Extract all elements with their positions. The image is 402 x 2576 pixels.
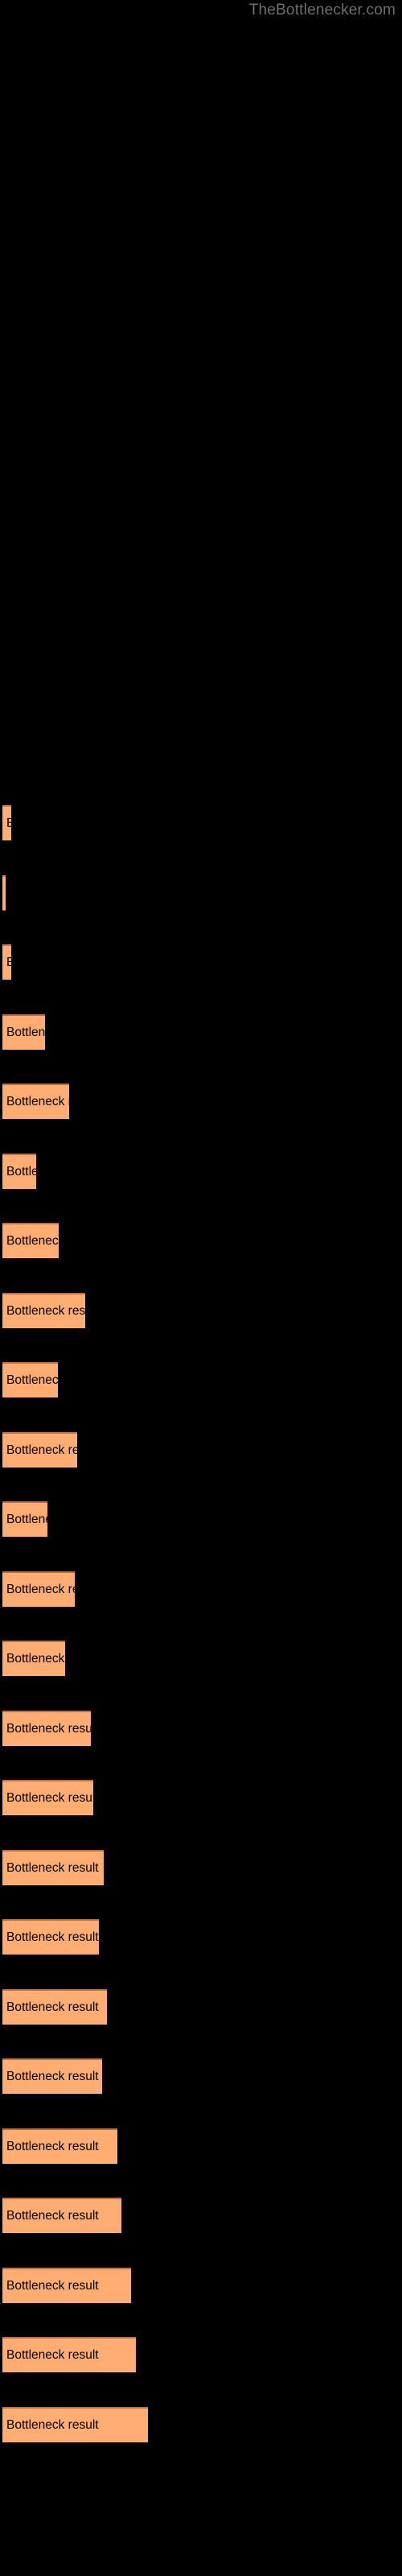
chart-bar[interactable]: Bottleneck result — [2, 1501, 47, 1537]
bar-value-label: Bottleneck result — [6, 2209, 99, 2223]
chart-bar[interactable]: Bottleneck result — [2, 2406, 148, 2442]
bar-value-label: Bottleneck result — [6, 1443, 77, 1457]
chart-bar[interactable]: Bottleneck result — [2, 1780, 93, 1815]
bar-row: Bottleneck result — [0, 1501, 402, 1537]
bottleneck-bar-chart: Bottleneck result Bottleneck result Bottle… — [0, 0, 402, 2576]
chart-bar[interactable]: Bottleneck result — [2, 805, 11, 840]
bar-row: Bottleneck result — [0, 1223, 402, 1258]
bar-value-label: Bottleneck result — [6, 1721, 91, 1736]
chart-bar[interactable]: Bottleneck result — [2, 1849, 104, 1885]
bar-row: Bottleneck result — [0, 2337, 402, 2372]
bar-row: Bottleneck result — [0, 1013, 402, 1050]
bar-row: Bottleneck result — [0, 2198, 402, 2233]
chart-bar[interactable]: Bottleneck result — [2, 1013, 45, 1050]
bar-value-label: Bottleneck result — [6, 1234, 59, 1248]
bar-value-label: Bottleneck result — [6, 2278, 99, 2293]
bar-value-label: Bottleneck result — [6, 2070, 99, 2083]
bar-value-label: Bottleneck result — [6, 2139, 99, 2153]
bar-value-label: Bottleneck result — [6, 2348, 99, 2362]
bar-row: Bottleneck result — [0, 874, 402, 910]
bar-value-label: Bottleneck result — [6, 1373, 58, 1387]
chart-bar[interactable]: Bottleneck result — [2, 1919, 99, 1955]
bar-value-label: Bottleneck result — [6, 1303, 85, 1318]
bar-row: Bottleneck result — [0, 1780, 402, 1815]
bar-value-label: Bottleneck result — [6, 2417, 99, 2432]
bar-value-label: Bottleneck result — [6, 1095, 69, 1108]
bar-row: Bottleneck result — [0, 1362, 402, 1397]
bar-value-label: Bottleneck result — [6, 1582, 75, 1596]
bar-row: Bottleneck result — [0, 1292, 402, 1328]
bar-row: Bottleneck result — [0, 944, 402, 980]
bar-value-label: Bottleneck result — [6, 2000, 99, 2014]
bar-row: Bottleneck result — [0, 1919, 402, 1955]
chart-bar[interactable]: Bottleneck result — [2, 2128, 117, 2164]
chart-bar[interactable]: Bottleneck result — [2, 1571, 75, 1607]
bar-value-label: Bottleneck result — [6, 956, 11, 970]
bar-row: Bottleneck result — [0, 1571, 402, 1607]
bar-row: Bottleneck result — [0, 805, 402, 840]
bar-row: Bottleneck result — [0, 1641, 402, 1676]
chart-bar[interactable]: Bottleneck result — [2, 1153, 36, 1189]
chart-bar[interactable]: Bottleneck result — [2, 1641, 65, 1676]
chart-bar[interactable]: Bottleneck result — [2, 2337, 136, 2372]
bar-value-label: Bottleneck result — [6, 1930, 99, 1944]
bar-row: Bottleneck result — [0, 2128, 402, 2164]
chart-bar[interactable]: Bottleneck result — [2, 1292, 85, 1328]
bar-row: Bottleneck result — [0, 1153, 402, 1189]
chart-bar[interactable]: Bottleneck result — [2, 2267, 131, 2303]
bar-value-label: Bottleneck result — [6, 816, 11, 831]
chart-bar[interactable]: Bottleneck result — [2, 874, 6, 910]
chart-bar[interactable]: Bottleneck result — [2, 2198, 121, 2233]
bar-row: Bottleneck result — [0, 1849, 402, 1885]
bar-value-label: Bottleneck result — [6, 1652, 65, 1666]
bar-row: Bottleneck result — [0, 2267, 402, 2303]
bar-value-label: Bottleneck result — [6, 1513, 47, 1526]
chart-bar[interactable]: Bottleneck result — [2, 1223, 59, 1258]
bar-row: Bottleneck result — [0, 1431, 402, 1468]
bar-row: Bottleneck result — [0, 2406, 402, 2442]
bar-row: Bottleneck result — [0, 2058, 402, 2094]
chart-bar[interactable]: Bottleneck result — [2, 1362, 58, 1397]
chart-bar[interactable]: Bottleneck result — [2, 944, 11, 980]
bar-row: Bottleneck result — [0, 1710, 402, 1746]
chart-bar[interactable]: Bottleneck result — [2, 2058, 102, 2094]
chart-bar[interactable]: Bottleneck result — [2, 1710, 91, 1746]
bar-row: Bottleneck result — [0, 1988, 402, 2025]
chart-bar[interactable]: Bottleneck result — [2, 1084, 69, 1119]
bar-row: Bottleneck result — [0, 1084, 402, 1119]
chart-bar[interactable]: Bottleneck result — [2, 1988, 107, 2025]
bar-value-label: Bottleneck result — [6, 1025, 45, 1039]
chart-bar[interactable]: Bottleneck result — [2, 1431, 77, 1468]
bar-value-label: Bottleneck result — [6, 1791, 93, 1805]
bar-value-label: Bottleneck result — [6, 1164, 36, 1179]
bar-value-label: Bottleneck result — [6, 1860, 99, 1875]
